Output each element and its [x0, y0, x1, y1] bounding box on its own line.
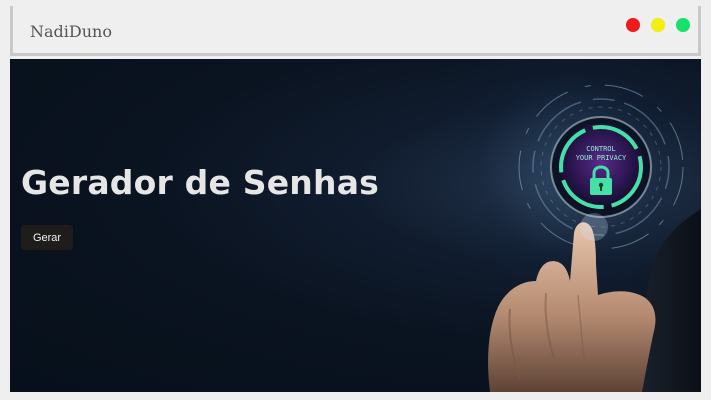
hero-section: CONTROL YOUR PRIVACY Gerador de Senhas G…	[10, 59, 701, 392]
maximize-window-button[interactable]	[676, 18, 690, 32]
window-controls	[626, 18, 690, 32]
app-window: NadiDuno CONTROL YOUR PRIVACY Gerador de…	[0, 0, 711, 400]
close-window-button[interactable]	[626, 18, 640, 32]
title-bar: NadiDuno	[10, 6, 701, 56]
minimize-window-button[interactable]	[651, 18, 665, 32]
app-title: NadiDuno	[30, 22, 112, 41]
page-title: Gerador de Senhas	[21, 163, 380, 202]
privacy-lens: CONTROL YOUR PRIVACY	[550, 116, 652, 218]
lens-caption-1: CONTROL	[586, 145, 616, 153]
lens-caption-2: YOUR PRIVACY	[576, 154, 627, 162]
privacy-hand-image: CONTROL YOUR PRIVACY	[488, 84, 701, 392]
generate-button[interactable]: Gerar	[21, 225, 73, 250]
